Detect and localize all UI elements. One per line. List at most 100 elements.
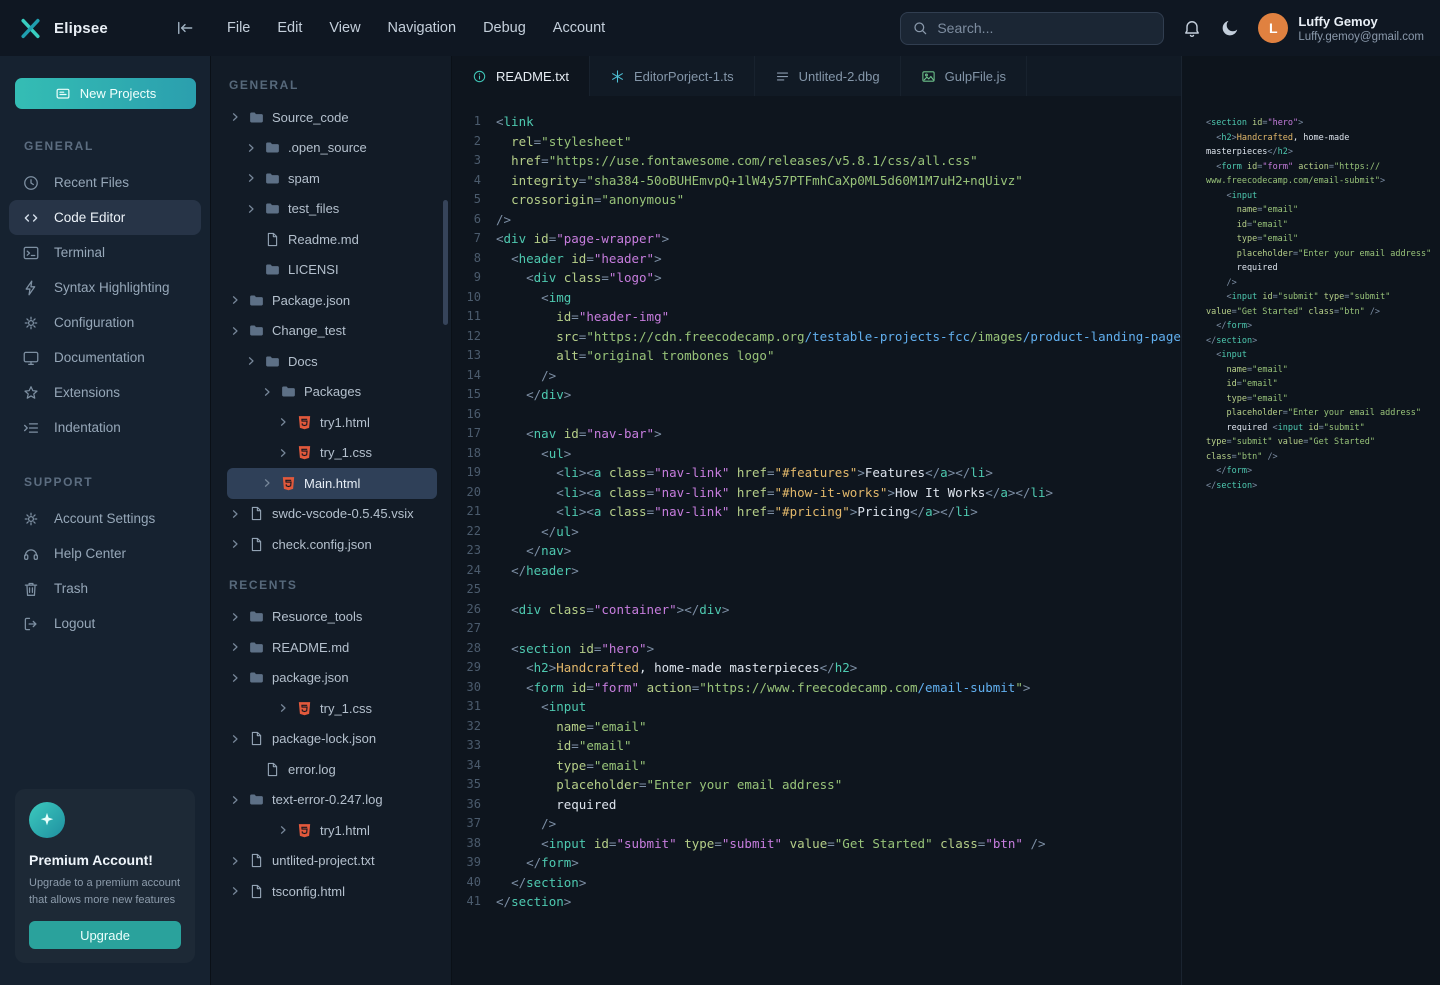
chevron-right-icon[interactable] (245, 172, 257, 184)
chevron-right-icon[interactable] (229, 508, 241, 520)
explorer-item-try-1-css[interactable]: try_1.css (227, 693, 437, 724)
minimap-line: name="email" (1206, 363, 1434, 378)
sidebar-item-syntax-highlighting[interactable]: Syntax Highlighting (9, 270, 201, 305)
tab-readme-txt[interactable]: README.txt (452, 56, 590, 96)
collapse-sidebar-icon[interactable] (175, 18, 195, 38)
explorer-item-error-log[interactable]: error.log (227, 754, 437, 785)
sidebar-item-indentation[interactable]: Indentation (9, 410, 201, 445)
chevron-right-icon[interactable] (229, 538, 241, 550)
explorer-item-package-json[interactable]: Package.json (227, 285, 437, 316)
file-explorer: GENERAL Source_code .open_sourcespamtest_f… (211, 56, 452, 985)
chevron-right-icon[interactable] (229, 325, 241, 337)
line-number: 24 (452, 561, 496, 581)
explorer-item-resuorce-tools[interactable]: Resuorce_tools (227, 602, 437, 633)
explorer-item-main-html[interactable]: Main.html (227, 468, 437, 499)
chevron-right-icon[interactable] (277, 447, 289, 459)
notifications-bell-icon[interactable] (1182, 18, 1202, 38)
explorer-item-check-config-json[interactable]: check.config.json (227, 529, 437, 560)
chevron-right-icon[interactable] (261, 386, 273, 398)
sidebar-item-documentation[interactable]: Documentation (9, 340, 201, 375)
explorer-item-change-test[interactable]: Change_test (227, 316, 437, 347)
chevron-right-icon[interactable] (245, 142, 257, 154)
menu-edit[interactable]: Edit (277, 20, 302, 36)
menu-debug[interactable]: Debug (483, 20, 526, 36)
sidebar-item-logout[interactable]: Logout (9, 606, 201, 641)
chevron-right-icon[interactable] (245, 203, 257, 215)
explorer-item-try1-html[interactable]: try1.html (227, 815, 437, 846)
explorer-item-package-lock-json[interactable]: package-lock.json (227, 724, 437, 755)
chevron-right-icon[interactable] (229, 885, 241, 897)
chevron-right-icon[interactable] (229, 294, 241, 306)
folder-icon (248, 669, 265, 686)
new-projects-button[interactable]: New Projects (15, 78, 196, 109)
code-line-content: </section> (496, 873, 586, 893)
code-area[interactable]: 1<link2 rel="stylesheet"3 href="https://… (452, 96, 1181, 985)
menu-file[interactable]: File (227, 20, 250, 36)
line-number: 37 (452, 814, 496, 834)
chevron-right-icon[interactable] (229, 733, 241, 745)
explorer-item-tsconfig-html[interactable]: tsconfig.html (227, 876, 437, 907)
code-line-content: rel="stylesheet" (496, 132, 631, 152)
chevron-right-icon[interactable] (277, 702, 289, 714)
file-name: Main.html (304, 476, 360, 491)
file-name: try1.html (320, 823, 370, 838)
explorer-item-try1-html[interactable]: try1.html (227, 407, 437, 438)
file-name: package-lock.json (272, 731, 376, 746)
folder-icon (248, 639, 265, 656)
explorer-item-source-code[interactable]: Source_code (227, 102, 437, 133)
chevron-right-icon[interactable] (245, 355, 257, 367)
explorer-item-docs[interactable]: Docs (227, 346, 437, 377)
menu-account[interactable]: Account (553, 20, 605, 36)
sidebar-item-recent-files[interactable]: Recent Files (9, 165, 201, 200)
sidebar-item-account-settings[interactable]: Account Settings (9, 501, 201, 536)
line-number: 30 (452, 678, 496, 698)
explorer-item-readme-md[interactable]: README.md (227, 632, 437, 663)
minimap[interactable]: <section id="hero"> <h2>Handcrafted, hom… (1181, 56, 1440, 985)
tab-untlited-2-dbg[interactable]: Untlited-2.dbg (755, 56, 901, 96)
menu-navigation[interactable]: Navigation (388, 20, 457, 36)
chevron-right-icon[interactable] (277, 416, 289, 428)
chevron-right-icon[interactable] (229, 672, 241, 684)
chevron-right-icon[interactable] (261, 477, 273, 489)
explorer-item-packages[interactable]: Packages (227, 377, 437, 408)
chevron-right-icon[interactable] (229, 111, 241, 123)
snowflake-icon (610, 69, 625, 84)
dark-mode-moon-icon[interactable] (1220, 18, 1240, 38)
explorer-section-title: GENERAL (229, 78, 451, 92)
explorer-item-test-files[interactable]: test_files (227, 194, 437, 225)
explorer-scrollbar-thumb[interactable] (443, 200, 448, 325)
explorer-item-try-1-css[interactable]: try_1.css (227, 438, 437, 469)
upgrade-button[interactable]: Upgrade (29, 921, 181, 949)
tab-gulpfile-js[interactable]: GulpFile.js (901, 56, 1027, 96)
sidebar-item-trash[interactable]: Trash (9, 571, 201, 606)
sidebar-item-configuration[interactable]: Configuration (9, 305, 201, 340)
explorer-item-text-error-0-247-log[interactable]: text-error-0.247.log (227, 785, 437, 816)
code-line: 35 placeholder="Enter your email address… (452, 775, 1181, 795)
explorer-item-untlited-project-txt[interactable]: untlited-project.txt (227, 846, 437, 877)
menu-view[interactable]: View (329, 20, 360, 36)
explorer-item-open-source[interactable]: .open_source (227, 133, 437, 164)
explorer-item-licensi[interactable]: LICENSI (227, 255, 437, 286)
user-profile[interactable]: L Luffy Gemoy Luffy.gemoy@gmail.com (1258, 13, 1424, 43)
chevron-right-icon[interactable] (229, 611, 241, 623)
chevron-right-icon[interactable] (229, 855, 241, 867)
search-input[interactable] (937, 20, 1152, 36)
chevron-right-icon[interactable] (229, 794, 241, 806)
search-box[interactable] (900, 12, 1164, 45)
sidebar-item-help-center[interactable]: Help Center (9, 536, 201, 571)
explorer-item-readme-md[interactable]: Readme.md (227, 224, 437, 255)
sidebar-item-code-editor[interactable]: Code Editor (9, 200, 201, 235)
tab-editorporject-1-ts[interactable]: EditorPorject-1.ts (590, 56, 755, 96)
chevron-right-icon[interactable] (229, 641, 241, 653)
explorer-item-spam[interactable]: spam (227, 163, 437, 194)
chevron-right-icon[interactable] (277, 824, 289, 836)
image-icon (921, 69, 936, 84)
sidebar-item-extensions[interactable]: Extensions (9, 375, 201, 410)
sidebar-item-terminal[interactable]: Terminal (9, 235, 201, 270)
code-line-content: id="email" (496, 736, 632, 756)
zap-icon (22, 279, 40, 297)
file-name: Source_code (272, 110, 349, 125)
explorer-item-swdc-vscode-0-5-45-vsix[interactable]: swdc-vscode-0.5.45.vsix (227, 499, 437, 530)
minimap-line: </form> (1206, 464, 1434, 479)
explorer-item-package-json[interactable]: package.json (227, 663, 437, 694)
